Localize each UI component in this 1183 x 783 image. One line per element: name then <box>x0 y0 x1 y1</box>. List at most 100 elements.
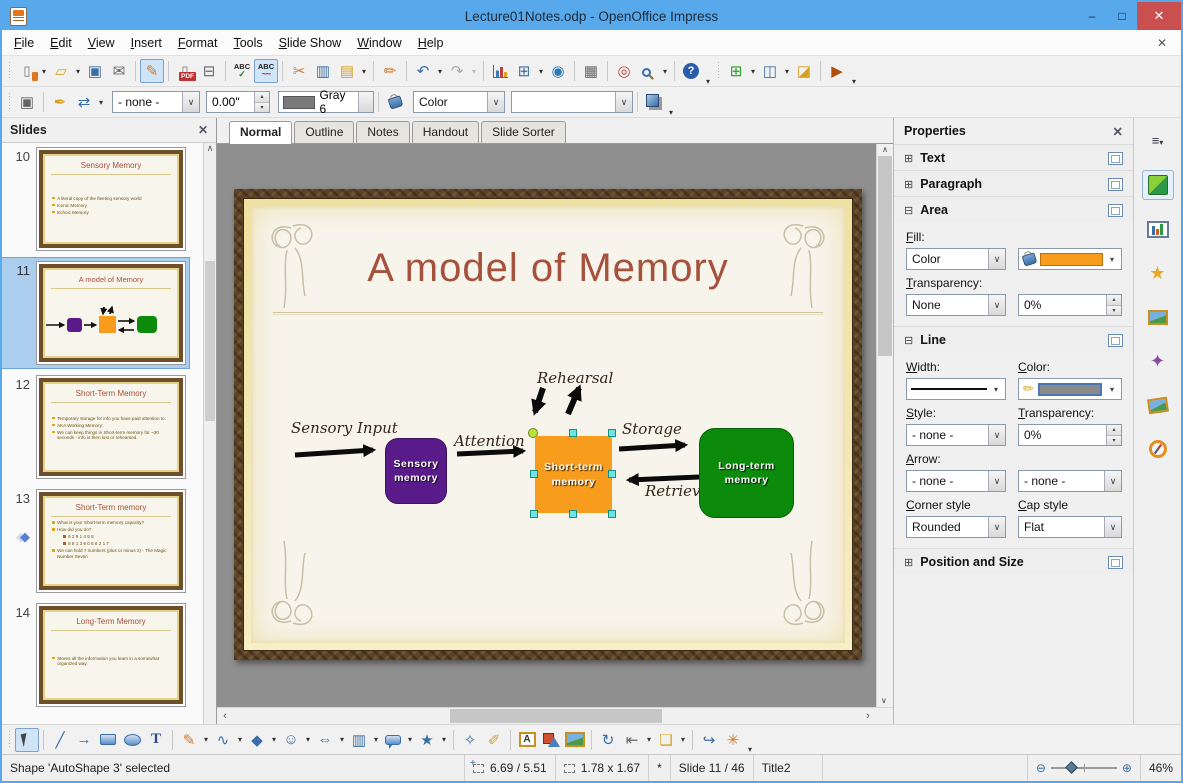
basic-shapes-icon[interactable]: ◆ <box>245 728 269 752</box>
slide-canvas[interactable]: A model of Memory Sensory Input Attentio… <box>234 189 862 660</box>
paste-icon[interactable]: ▤ <box>335 59 359 83</box>
transparency-value-spinner[interactable]: 0% ▴ ▾ <box>1018 294 1122 316</box>
slide-workspace[interactable]: A model of Memory Sensory Input Attentio… <box>217 144 893 707</box>
selection-handle-right[interactable] <box>608 470 616 478</box>
section-paragraph[interactable]: ⊞ Paragraph <box>894 170 1133 196</box>
display-grid-icon[interactable]: ▦ <box>579 59 603 83</box>
toolbar-grip[interactable] <box>6 92 13 112</box>
print-icon[interactable]: ⊟ <box>197 59 221 83</box>
scroll-up-icon[interactable]: ∧ <box>882 145 888 154</box>
edit-points-icon[interactable]: ✧ <box>458 728 482 752</box>
arrow-tool-icon[interactable]: → <box>72 728 96 752</box>
dropdown-icon[interactable]: ▾ <box>1107 255 1117 264</box>
zoom-in-icon[interactable]: ⊕ <box>1122 761 1132 775</box>
slide-template[interactable]: Title2 <box>752 755 823 781</box>
dialog-launcher-icon[interactable] <box>1108 151 1123 165</box>
scroll-right-icon[interactable]: › <box>860 708 876 724</box>
slide-title[interactable]: A model of Memory <box>251 246 845 291</box>
selection-handle-top[interactable] <box>569 429 577 437</box>
arrow-style-icon[interactable]: ⇄ <box>72 90 96 114</box>
fill-color-select[interactable] <box>511 91 633 113</box>
slide-layout-dropdown-icon[interactable]: ▾ <box>782 67 792 76</box>
spin-down-icon[interactable]: ▾ <box>255 101 269 112</box>
zoom-slider-thumb[interactable] <box>1065 761 1078 774</box>
section-area[interactable]: ⊟ Area <box>894 196 1133 222</box>
tab-outline[interactable]: Outline <box>294 121 355 143</box>
section-text[interactable]: ⊞ Text <box>894 144 1133 170</box>
tab-normal[interactable]: Normal <box>229 121 293 144</box>
line-transparency-spinner[interactable]: 0% ▴ ▾ <box>1018 424 1122 446</box>
callouts-dropdown-icon[interactable]: ▾ <box>405 735 415 744</box>
redo-dropdown-icon[interactable]: ▾ <box>469 67 479 76</box>
transparency-type-select[interactable]: None <box>906 294 1006 316</box>
document-close-icon[interactable]: ✕ <box>1147 36 1177 50</box>
fill-type-select[interactable]: Color <box>413 91 505 113</box>
email-icon[interactable]: ✉ <box>107 59 131 83</box>
minimize-button[interactable]: – <box>1077 2 1107 30</box>
basic-shapes-dropdown-icon[interactable]: ▾ <box>269 735 279 744</box>
line-style-pen-icon[interactable]: ✒ <box>48 90 72 114</box>
select-arrow-icon[interactable] <box>357 92 374 112</box>
selection-handle-rotate[interactable] <box>528 428 538 438</box>
copy-icon[interactable]: ▥ <box>311 59 335 83</box>
position-size-icon[interactable]: ▣ <box>15 90 39 114</box>
sensory-memory-box[interactable]: Sensory memory <box>385 438 447 504</box>
close-button[interactable]: ✕ <box>1137 2 1181 30</box>
text-tool-icon[interactable]: T <box>144 728 168 752</box>
table-dropdown-icon[interactable]: ▾ <box>536 67 546 76</box>
curve-dropdown-icon[interactable]: ▾ <box>201 735 211 744</box>
interaction-icon[interactable]: ↪ <box>697 728 721 752</box>
scrollbar-thumb[interactable] <box>205 261 215 421</box>
cap-style-select[interactable]: Flat <box>1018 516 1122 538</box>
label-sensory-input[interactable]: Sensory Input <box>291 419 398 437</box>
zoom-percent[interactable]: 46% <box>1139 755 1181 781</box>
stars-dropdown-icon[interactable]: ▾ <box>439 735 449 744</box>
collapse-icon[interactable]: ⊟ <box>904 204 913 217</box>
expand-icon[interactable]: ⊞ <box>904 152 913 165</box>
slides-panel-close-icon[interactable]: ✕ <box>198 123 208 137</box>
export-pdf-icon[interactable]: ▯ PDF <box>173 59 197 83</box>
dropdown-icon[interactable]: ▾ <box>1107 385 1117 394</box>
fill-style-icon[interactable] <box>383 90 407 114</box>
tab-slide-sorter[interactable]: Slide Sorter <box>481 121 566 143</box>
select-arrow-icon[interactable] <box>487 92 504 112</box>
vertical-scrollbar[interactable]: ∧ ∨ <box>876 144 893 707</box>
flowchart-dropdown-icon[interactable]: ▾ <box>371 735 381 744</box>
open-icon[interactable]: ▱ <box>49 59 73 83</box>
flowchart-icon[interactable]: ▥ <box>347 728 371 752</box>
line-width-picker[interactable]: ▾ <box>906 378 1006 400</box>
fill-color-picker[interactable]: ▾ <box>1018 248 1122 270</box>
presentation-toolbar-grip[interactable] <box>715 61 722 81</box>
section-line[interactable]: ⊟ Line <box>894 326 1133 352</box>
slides-panel-scrollbar[interactable]: ∧ <box>203 143 216 724</box>
sidebar-tab-properties[interactable] <box>1141 170 1174 200</box>
collapse-icon[interactable]: ⊟ <box>904 334 913 347</box>
arrange-dropdown-icon[interactable]: ▾ <box>678 735 688 744</box>
maximize-button[interactable]: □ <box>1107 2 1137 30</box>
rectangle-tool-icon[interactable] <box>96 728 120 752</box>
menu-help[interactable]: Help <box>410 32 452 54</box>
scroll-up-icon[interactable]: ∧ <box>207 143 214 153</box>
label-attention[interactable]: Attention <box>454 432 525 450</box>
dialog-launcher-icon[interactable] <box>1108 333 1123 347</box>
selection-handle-top-right[interactable] <box>608 429 616 437</box>
undo-dropdown-icon[interactable]: ▾ <box>435 67 445 76</box>
block-arrows-icon[interactable]: ⇔ <box>313 728 337 752</box>
scrollbar-thumb[interactable] <box>450 709 662 723</box>
animation-indicator-icon[interactable]: ◆ <box>20 529 30 545</box>
alignment-dropdown-icon[interactable]: ▾ <box>644 735 654 744</box>
menu-view[interactable]: View <box>80 32 123 54</box>
slide-thumbnail-11-selected[interactable]: 11 A model of Memory <box>2 257 202 369</box>
corner-style-select[interactable]: Rounded <box>906 516 1006 538</box>
fill-type-select[interactable]: Color <box>906 248 1006 270</box>
slide-thumbnail-10[interactable]: 10 Sensory Memory A literal copy of the … <box>2 147 202 251</box>
stars-icon[interactable]: ★ <box>415 728 439 752</box>
new-slide-dropdown-icon[interactable]: ▾ <box>748 67 758 76</box>
symbol-shapes-dropdown-icon[interactable]: ▾ <box>303 735 313 744</box>
tab-handout[interactable]: Handout <box>411 121 480 143</box>
long-term-memory-box[interactable]: Long-term memory <box>699 428 794 518</box>
zoom-out-icon[interactable]: ⊖ <box>1036 761 1046 775</box>
scroll-left-icon[interactable]: ‹ <box>217 708 233 724</box>
redo-icon[interactable]: ↷ <box>445 59 469 83</box>
expand-icon[interactable]: ⊞ <box>904 178 913 191</box>
